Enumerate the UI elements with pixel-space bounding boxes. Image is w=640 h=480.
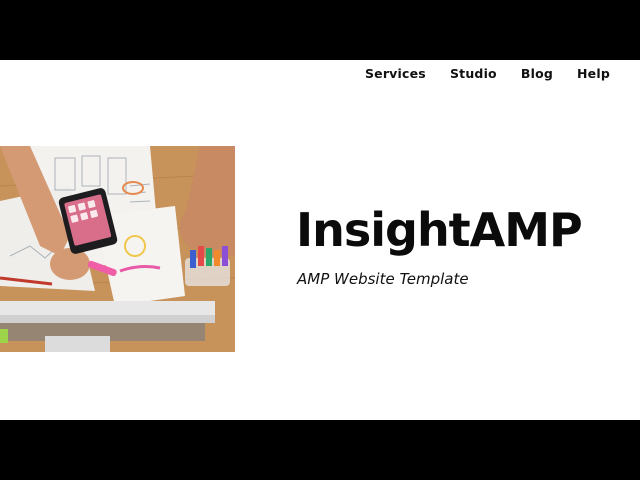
hero-image [0, 146, 235, 352]
page: Services Studio Blog Help InsightAMP AMP… [0, 60, 640, 420]
desk-workspace-illustration [0, 146, 235, 352]
nav-link-help[interactable]: Help [577, 66, 610, 81]
letterbox-top [0, 0, 640, 60]
brand-title: InsightAMP [296, 203, 583, 257]
brand-tagline: AMP Website Template [297, 270, 469, 288]
letterbox-bottom [0, 420, 640, 480]
nav-link-blog[interactable]: Blog [521, 66, 553, 81]
nav-link-services[interactable]: Services [365, 66, 426, 81]
nav-link-studio[interactable]: Studio [450, 66, 497, 81]
top-navigation: Services Studio Blog Help [365, 66, 610, 81]
